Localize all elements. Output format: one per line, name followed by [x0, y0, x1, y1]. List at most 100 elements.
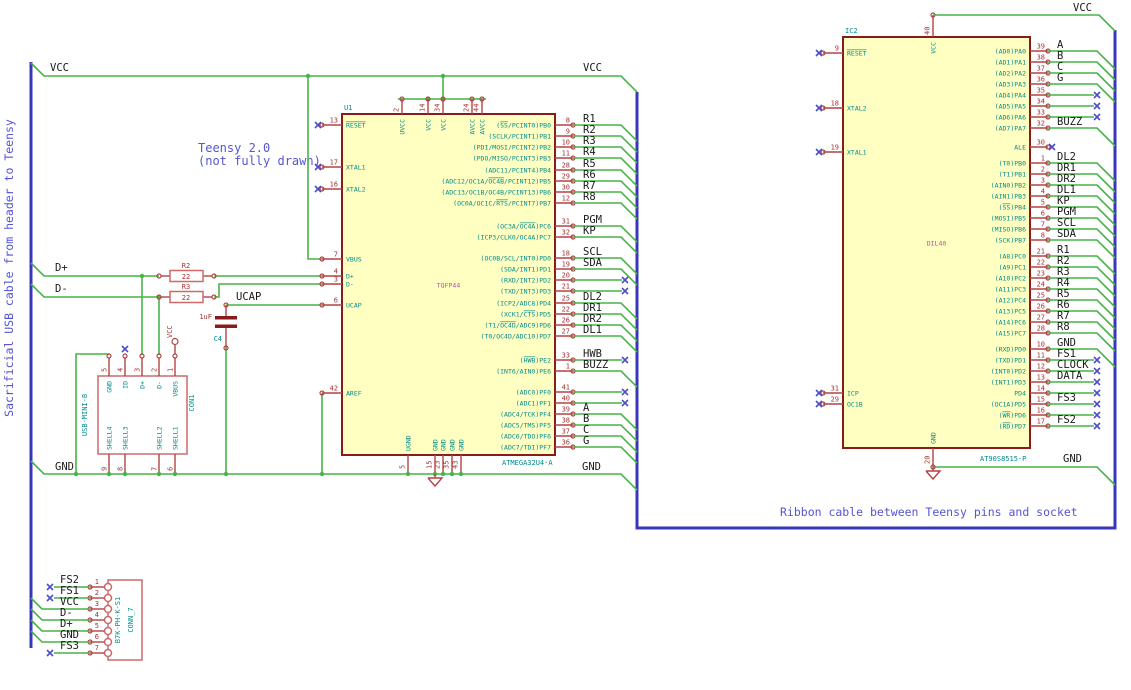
schematic-svg: Sacrificial USB cable from header to Tee… [0, 0, 1131, 690]
r3-value: 22 [182, 294, 190, 302]
u1-pin-number: 10 [562, 139, 570, 147]
u1-pin-name: AVCC [469, 119, 477, 135]
vcc-power-label: VCC [166, 325, 174, 338]
ic2-pin-name: XTAL1 [847, 149, 867, 157]
u1-pin-number: 24 [463, 104, 471, 112]
note-ribbon-cable: Ribbon cable between Teensy pins and soc… [780, 505, 1078, 519]
u1-pin-name: GND [432, 439, 440, 451]
u1-pin-name: AREF [346, 390, 362, 398]
u1-pin-number: 20 [562, 272, 570, 280]
u1-pin-name: UCAP [346, 302, 362, 310]
junction-dot [449, 471, 455, 477]
u1-pin-name: (ADC11/PCINT4)PB4 [484, 167, 551, 175]
u1-pin-number: 40 [562, 395, 570, 403]
conn7-pin-number: 7 [95, 644, 99, 652]
u1-pin-name: (ADC7/TDI)PF7 [500, 444, 551, 452]
ic2-pin-number: 9 [835, 45, 839, 53]
u1-pin-number: 36 [562, 439, 570, 447]
junction-dot [440, 73, 446, 79]
conn7-pin-number: 4 [95, 611, 99, 619]
junction-dot [73, 471, 79, 477]
r2-value: 22 [182, 273, 190, 281]
con1-pin-name: SHELL3 [122, 426, 130, 450]
ic2-pin-number: 6 [1041, 210, 1045, 218]
con1-pin-number: 7 [151, 467, 159, 471]
ic2-pin-name: (INT1)PD3 [991, 379, 1026, 387]
net-label-vcc: VCC [583, 62, 602, 74]
schematic-canvas: Sacrificial USB cable from header to Tee… [0, 0, 1131, 690]
u1-pin-number: 32 [562, 229, 570, 237]
u1-pin-number: 27 [562, 328, 570, 336]
junction-dot [458, 471, 464, 477]
u1-pin-number: 34 [434, 104, 442, 112]
ic2-pin-number: 34 [1037, 98, 1045, 106]
conn7-pin-number: 1 [95, 578, 99, 586]
net-label-buzz: BUZZ [583, 359, 608, 371]
net-label-d+: D+ [55, 262, 68, 274]
u1-pin-number: 25 [562, 295, 570, 303]
u1-footprint: TQFP44 [437, 282, 461, 290]
c4-plate [215, 324, 237, 328]
ic2-pin-number: 38 [1037, 54, 1045, 62]
u1-pin-number: 4 [334, 268, 338, 276]
con1-pin-number: 5 [101, 368, 109, 372]
ic2-pin-name: (MISO)PB6 [991, 226, 1026, 234]
u1-pin-name: GND [440, 439, 448, 451]
u1-pin-name: GND [449, 439, 457, 451]
ic2-pin-number: 26 [1037, 303, 1045, 311]
r2-reference: R2 [182, 262, 190, 270]
net-label-gnd: GND [582, 461, 601, 473]
con1-pin-number: 4 [117, 368, 125, 372]
net-label-vcc: VCC [1073, 2, 1092, 14]
u1-pin-number: 29 [562, 173, 570, 181]
ic2-pin-number: 1 [1041, 155, 1045, 163]
ic2-pin-name: VCC [930, 42, 938, 54]
con1-value: USB-MINI-B [81, 394, 89, 436]
ic2-pin-number: 7 [1041, 221, 1045, 229]
ic2-pin-number: 32 [1037, 120, 1045, 128]
ic2-pin-name: XTAL2 [847, 105, 867, 113]
junction-dot [106, 471, 112, 477]
u1-pin-number: 38 [562, 417, 570, 425]
u1-pin-number: 17 [330, 159, 338, 167]
u1-pin-name: (T0/OC4D/ADC10)PD7 [481, 333, 552, 341]
ic2-pin-name: (SCK)PB7 [995, 237, 1026, 245]
net-label-fs3: FS3 [60, 640, 79, 652]
net-label-gnd: GND [55, 461, 74, 473]
junction-dot [122, 471, 128, 477]
u1-pin-name: (ADC13/OC1B/OC4B/PCINT13)PB6 [441, 189, 551, 197]
net-label-sda: SDA [583, 257, 603, 269]
u1-pin-name: (XCK1/CTS)PD5 [500, 311, 551, 319]
u1-pin-number: 35 [443, 461, 451, 469]
net-label-r8: R8 [1057, 321, 1070, 333]
ic2-pin-name: (AD7)PA7 [995, 125, 1026, 133]
u1-reference: U1 [344, 104, 352, 112]
con1-pin-number: 2 [151, 368, 159, 372]
net-label-d-: D- [55, 283, 68, 295]
ic2-pin-name: (AD4)PA4 [995, 92, 1026, 100]
u1-pin-name: (SDA/INT1)PD1 [500, 266, 551, 274]
ic2-pin-name: (RD)PD7 [999, 423, 1026, 431]
conn7-pin-circle [103, 648, 113, 658]
ic2-pin-name: OC1B [847, 401, 863, 409]
ic2-pin-name: (T1)PB1 [999, 171, 1026, 179]
junction-dot [305, 73, 311, 79]
u1-pin-name: GND [458, 439, 466, 451]
c4-reference: C4 [214, 335, 222, 343]
u1-pin-name: (OC3A/OC4A)PC6 [496, 223, 551, 231]
u1-pin-name: AVCC [479, 119, 487, 135]
ic2-pin-name: RESET [847, 50, 867, 58]
con1-pin-number: 6 [167, 467, 175, 471]
u1-pin-number: 37 [562, 428, 570, 436]
u1-pin-number: 2 [393, 108, 401, 112]
ic2-pin-number: 5 [1041, 199, 1045, 207]
ic2-pin-number: 17 [1037, 418, 1045, 426]
u1-pin-name: (ICP3/CLK0/OC4A)PC7 [477, 234, 551, 242]
r3-reference: R3 [182, 283, 190, 291]
ic2-pin-name: (SS)PB4 [999, 204, 1026, 212]
note-sacrificial-cable: Sacrificial USB cable from header to Tee… [2, 119, 16, 417]
u1-pin-name: (SCLK/PCINT1)PB1 [488, 133, 551, 141]
ic2-pin-number: 28 [1037, 325, 1045, 333]
ic2-pin-name: GND [930, 432, 938, 444]
ic2-pin-number: 14 [1037, 385, 1045, 393]
